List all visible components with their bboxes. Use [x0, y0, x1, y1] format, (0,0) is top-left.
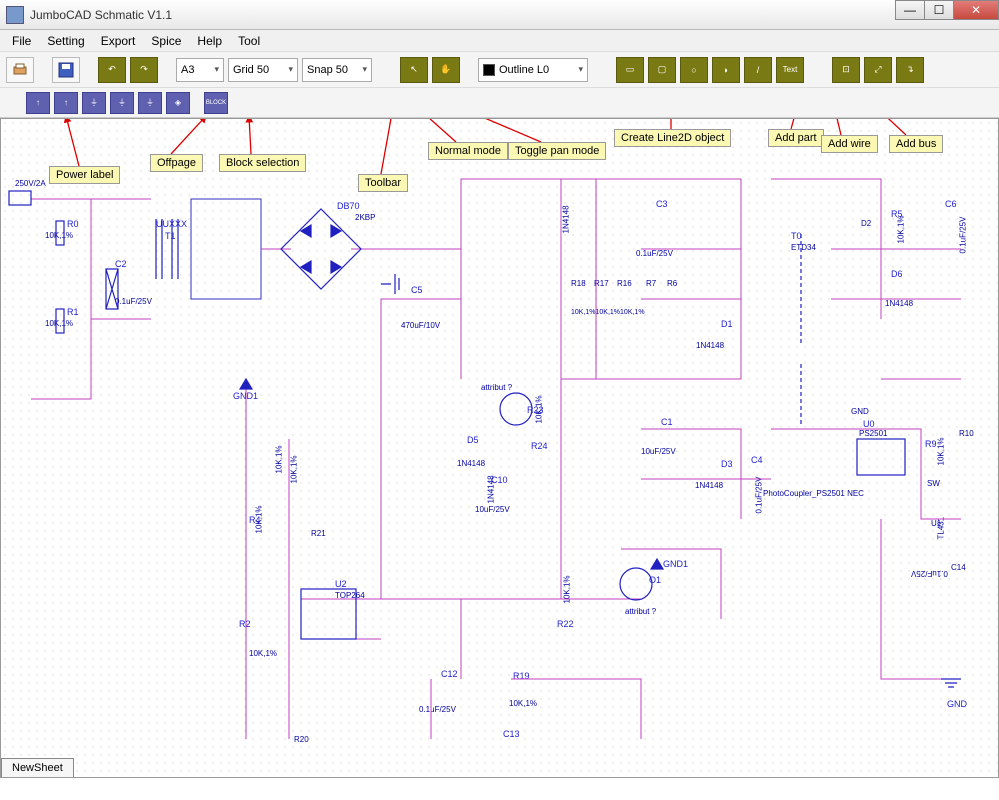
redo-icon: ↷: [140, 64, 148, 75]
outline-dropdown[interactable]: Outline L0 ▾: [478, 58, 588, 82]
app-icon: [6, 6, 24, 24]
schematic-canvas[interactable]: Power label Offpage Block selection Tool…: [1, 119, 998, 777]
vcc-icon: ↑: [36, 98, 40, 107]
schematic-drawing: [1, 119, 999, 778]
close-button[interactable]: ✕: [953, 0, 999, 20]
circle-icon: ○: [691, 65, 696, 75]
text-tool-button[interactable]: Text: [776, 57, 804, 83]
toolbar-main: ↶ ↷ A3 ▾ Grid 50 ▾ Snap 50 ▾ ↖ ✋ Outline L0…: [0, 52, 999, 88]
callout-offpage: Offpage: [150, 154, 203, 172]
menu-file[interactable]: File: [4, 31, 39, 51]
menu-help[interactable]: Help: [189, 31, 230, 51]
rect-tool-button[interactable]: ▭: [616, 57, 644, 83]
pan-mode-button[interactable]: ✋: [432, 57, 460, 83]
block-icon: BLOCK: [206, 100, 226, 106]
redo-button[interactable]: ↷: [130, 57, 158, 83]
snap-label: Snap 50: [307, 64, 348, 76]
callout-block-selection: Block selection: [219, 154, 306, 172]
power-label-button-2[interactable]: ↑: [54, 92, 78, 114]
cursor-icon: ↖: [410, 64, 418, 75]
gnd-icon: ⏚: [90, 97, 98, 108]
window-controls: — ☐ ✕: [896, 0, 999, 20]
add-wire-button[interactable]: ⤢: [864, 57, 892, 83]
menu-spice[interactable]: Spice: [143, 31, 189, 51]
hand-icon: ✋: [440, 64, 451, 75]
canvas-area: Power label Offpage Block selection Tool…: [0, 118, 999, 778]
arc-icon: ◗: [723, 65, 728, 75]
menu-tool[interactable]: Tool: [230, 31, 268, 51]
normal-mode-button[interactable]: ↖: [400, 57, 428, 83]
text-icon: Text: [783, 65, 798, 74]
paper-label: A3: [181, 64, 194, 76]
print-button[interactable]: [6, 57, 34, 83]
power-label-button[interactable]: ↑: [26, 92, 50, 114]
titlebar: JumboCAD Schmatic V1.1 — ☐ ✕: [0, 0, 999, 30]
block-select-button[interactable]: BLOCK: [204, 92, 228, 114]
rectangle-icon: ▭: [626, 64, 635, 75]
minimize-button[interactable]: —: [895, 0, 925, 20]
menubar: File Setting Export Spice Help Tool: [0, 30, 999, 52]
grid-label: Grid 50: [233, 64, 269, 76]
offpage-button[interactable]: ◈: [166, 92, 190, 114]
menu-export[interactable]: Export: [93, 31, 144, 51]
callout-toggle-pan: Toggle pan mode: [508, 142, 606, 160]
chevron-down-icon: ▾: [214, 64, 219, 75]
rounded-rect-button[interactable]: ▢: [648, 57, 676, 83]
color-swatch: [483, 64, 495, 76]
gnd-button-2[interactable]: ⏚: [110, 92, 134, 114]
grid-dropdown[interactable]: Grid 50 ▾: [228, 58, 298, 82]
callout-add-bus: Add bus: [889, 135, 943, 153]
rounded-rect-icon: ▢: [658, 64, 667, 75]
gnd-icon: ⏚: [146, 97, 154, 108]
floppy-icon: [58, 62, 74, 78]
gnd-button-1[interactable]: ⏚: [82, 92, 106, 114]
vcc-icon: ↑: [64, 98, 68, 107]
undo-button[interactable]: ↶: [98, 57, 126, 83]
paper-size-dropdown[interactable]: A3 ▾: [176, 58, 224, 82]
bus-icon: ↴: [906, 64, 914, 75]
undo-icon: ↶: [108, 64, 116, 75]
outline-label: Outline L0: [499, 64, 549, 76]
line-icon: /: [757, 65, 760, 75]
circle-tool-button[interactable]: ○: [680, 57, 708, 83]
line-tool-button[interactable]: /: [744, 57, 772, 83]
callout-power-label: Power label: [49, 166, 120, 184]
callout-normal-mode: Normal mode: [428, 142, 508, 160]
gnd-icon: ⏚: [118, 97, 126, 108]
callout-add-wire: Add wire: [821, 135, 878, 153]
offpage-icon: ◈: [175, 98, 181, 107]
printer-icon: [12, 63, 28, 77]
chevron-down-icon: ▾: [362, 64, 367, 75]
save-button[interactable]: [52, 57, 80, 83]
gnd-button-3[interactable]: ⏚: [138, 92, 162, 114]
callout-toolbar: Toolbar: [358, 174, 408, 192]
chevron-down-icon: ▾: [578, 64, 583, 75]
add-bus-button[interactable]: ↴: [896, 57, 924, 83]
arc-tool-button[interactable]: ◗: [712, 57, 740, 83]
chevron-down-icon: ▾: [288, 64, 293, 75]
menu-setting[interactable]: Setting: [39, 31, 92, 51]
window-title: JumboCAD Schmatic V1.1: [30, 8, 172, 22]
callout-create-line2d: Create Line2D object: [614, 129, 731, 147]
part-icon: ⊡: [842, 64, 850, 75]
toolbar-secondary: ↑ ↑ ⏚ ⏚ ⏚ ◈ BLOCK: [0, 88, 999, 118]
maximize-button[interactable]: ☐: [924, 0, 954, 20]
snap-dropdown[interactable]: Snap 50 ▾: [302, 58, 372, 82]
wire-icon: ⤢: [874, 64, 881, 75]
callout-add-part: Add part: [768, 129, 824, 147]
add-part-button[interactable]: ⊡: [832, 57, 860, 83]
